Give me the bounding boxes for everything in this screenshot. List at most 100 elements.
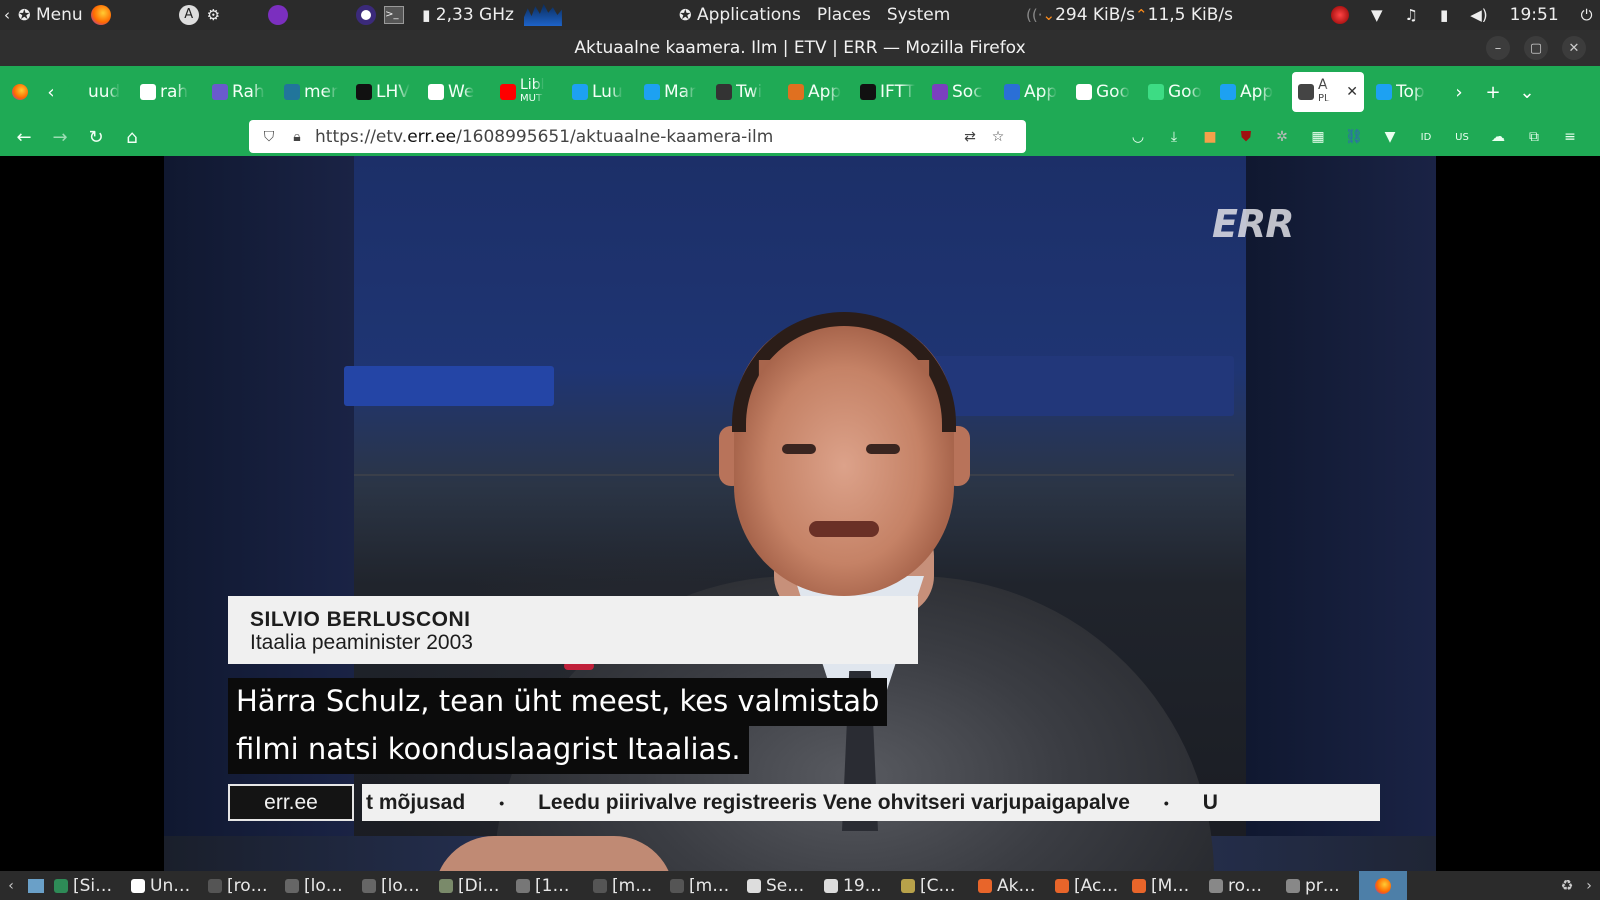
network-speed-applet[interactable]: ((· ⌄ 294 KiB/s ⌃ 11,5 KiB/s [1022, 0, 1237, 30]
firefox-view-button[interactable] [0, 72, 40, 112]
window-icon [516, 878, 530, 893]
cpu-freq-applet[interactable]: ▮ 2,33 GHz [418, 0, 518, 30]
battery-applet[interactable]: ▮ [1436, 0, 1452, 30]
opera-launcher[interactable] [352, 0, 380, 30]
tab[interactable]: Mar [638, 72, 710, 112]
record-indicator[interactable] [1327, 0, 1353, 30]
tab-label: Top [1396, 82, 1425, 102]
tab-active[interactable]: A PL ✕ [1292, 72, 1364, 112]
ublock-extension[interactable]: ⛊ [1234, 125, 1258, 149]
pocket-button[interactable]: ◡ [1126, 125, 1150, 149]
extension-7[interactable]: ID [1414, 125, 1438, 149]
accessibility-launcher[interactable]: A [175, 0, 203, 30]
taskbar-window-button[interactable]: Un… [127, 871, 204, 900]
power-button[interactable]: ⏻ [1577, 0, 1597, 30]
taskbar-scroll-right[interactable]: › [1578, 871, 1600, 900]
back-button[interactable]: ← [6, 121, 42, 153]
trash-button[interactable]: ♻ [1556, 871, 1578, 900]
shield-icon[interactable]: ⛉ [259, 129, 279, 145]
extensions-button[interactable]: ⧉ [1522, 125, 1546, 149]
close-tab-icon[interactable]: ✕ [1346, 84, 1358, 100]
close-window-button[interactable]: ✕ [1562, 36, 1586, 60]
translate-icon[interactable]: ⇄ [960, 129, 980, 145]
tab[interactable]: Twi [710, 72, 782, 112]
maximize-button[interactable]: ▢ [1524, 36, 1548, 60]
tab[interactable]: Soc [926, 72, 998, 112]
taskbar-scroll-left[interactable]: ‹ [0, 871, 22, 900]
taskbar-window-button[interactable]: ro… [1205, 871, 1282, 900]
tab[interactable]: App [782, 72, 854, 112]
url-bar[interactable]: ⛉ 🔒︎ https://etv.err.ee/1608995651/aktua… [249, 120, 1026, 153]
tabs-scroll-left[interactable]: ‹ [40, 72, 62, 112]
taskbar-window-button[interactable]: [ro… [204, 871, 281, 900]
taskbar-window-button[interactable]: [m… [666, 871, 743, 900]
lock-icon[interactable]: 🔒︎ [287, 129, 307, 145]
app-menu-button[interactable]: ≡ [1558, 125, 1582, 149]
firefox-launcher[interactable] [87, 0, 115, 30]
forward-button[interactable]: → [42, 121, 78, 153]
taskbar-window-button[interactable]: [lo… [358, 871, 435, 900]
extension-8[interactable]: US [1450, 125, 1474, 149]
extension-6[interactable]: ▼ [1378, 125, 1402, 149]
tab[interactable]: Rah [206, 72, 278, 112]
tab[interactable]: mer [278, 72, 350, 112]
taskbar-window-button[interactable]: Ak… [974, 871, 1051, 900]
tab[interactable]: Luu [566, 72, 638, 112]
clock-applet[interactable]: 19:51 [1506, 0, 1563, 30]
tabs-scroll-right[interactable]: › [1442, 72, 1476, 112]
system-menu[interactable]: System [883, 0, 954, 30]
tab[interactable]: uud [62, 72, 134, 112]
extension-1[interactable]: ■ [1198, 125, 1222, 149]
extension-5[interactable]: ⛓ [1342, 125, 1366, 149]
reload-button[interactable]: ↻ [78, 121, 114, 153]
settings-launcher[interactable]: ⚙ [203, 0, 224, 30]
tab[interactable]: IFTT [854, 72, 926, 112]
menu-button[interactable]: ✪ Menu [14, 0, 87, 30]
window-titlebar[interactable]: Aktuaalne kaamera. Ilm | ETV | ERR — Moz… [0, 30, 1600, 66]
extension-9[interactable]: ☁ [1486, 125, 1510, 149]
tab[interactable]: LHV [350, 72, 422, 112]
tab[interactable]: rah [134, 72, 206, 112]
extension-3[interactable]: ✲ [1270, 125, 1294, 149]
terminal-launcher[interactable]: >_ [380, 0, 408, 30]
tab[interactable]: Libl MUT [494, 72, 566, 112]
tab[interactable]: Goo [1070, 72, 1142, 112]
wifi-applet[interactable]: ▼ [1367, 0, 1387, 30]
taskbar-window-button[interactable]: [Si… [50, 871, 127, 900]
panel-scroll-left[interactable]: ‹ [0, 0, 14, 30]
video-player[interactable]: ERR SILVIO BERLUSCONI Itaalia peaministe… [164, 156, 1436, 871]
taskbar-window-button[interactable]: Se… [743, 871, 820, 900]
youtube-icon [500, 84, 516, 100]
show-desktop-button[interactable] [22, 871, 50, 900]
applications-menu[interactable]: ✪ Applications [675, 0, 805, 30]
menu-icon: ✪ [18, 6, 31, 24]
tab[interactable]: App [998, 72, 1070, 112]
taskbar-window-button[interactable]: 19… [820, 871, 897, 900]
tab[interactable]: We [422, 72, 494, 112]
home-button[interactable]: ⌂ [114, 121, 150, 153]
taskbar-window-button[interactable]: [m… [589, 871, 666, 900]
tab[interactable]: Goo [1142, 72, 1214, 112]
tab[interactable]: Top [1370, 72, 1442, 112]
taskbar-window-button[interactable]: [lo… [281, 871, 358, 900]
extension-4[interactable]: ▦ [1306, 125, 1330, 149]
taskbar-active-firefox[interactable] [1359, 871, 1407, 900]
taskbar-window-button[interactable]: pr… [1282, 871, 1359, 900]
bookmark-star-icon[interactable]: ☆ [988, 129, 1008, 145]
minimize-button[interactable]: – [1486, 36, 1510, 60]
podcast-launcher[interactable] [264, 0, 292, 30]
new-tab-button[interactable]: + [1476, 72, 1510, 112]
tab[interactable]: App [1214, 72, 1286, 112]
places-menu[interactable]: Places [813, 0, 875, 30]
notifications-applet[interactable]: ♫ [1401, 0, 1422, 30]
taskbar-window-button[interactable]: [Di… [435, 871, 512, 900]
taskbar-window-button[interactable]: [Ac… [1051, 871, 1128, 900]
taskbar-window-button[interactable]: [M… [1128, 871, 1205, 900]
url-text[interactable]: https://etv.err.ee/1608995651/aktuaalne-… [315, 127, 960, 147]
network-graph[interactable] [523, 4, 562, 26]
taskbar-window-button[interactable]: [1… [512, 871, 589, 900]
downloads-button[interactable]: ⤓ [1162, 125, 1186, 149]
taskbar-window-button[interactable]: [C… [897, 871, 974, 900]
volume-applet[interactable]: ◀) [1466, 0, 1491, 30]
list-tabs-button[interactable]: ⌄ [1510, 72, 1544, 112]
